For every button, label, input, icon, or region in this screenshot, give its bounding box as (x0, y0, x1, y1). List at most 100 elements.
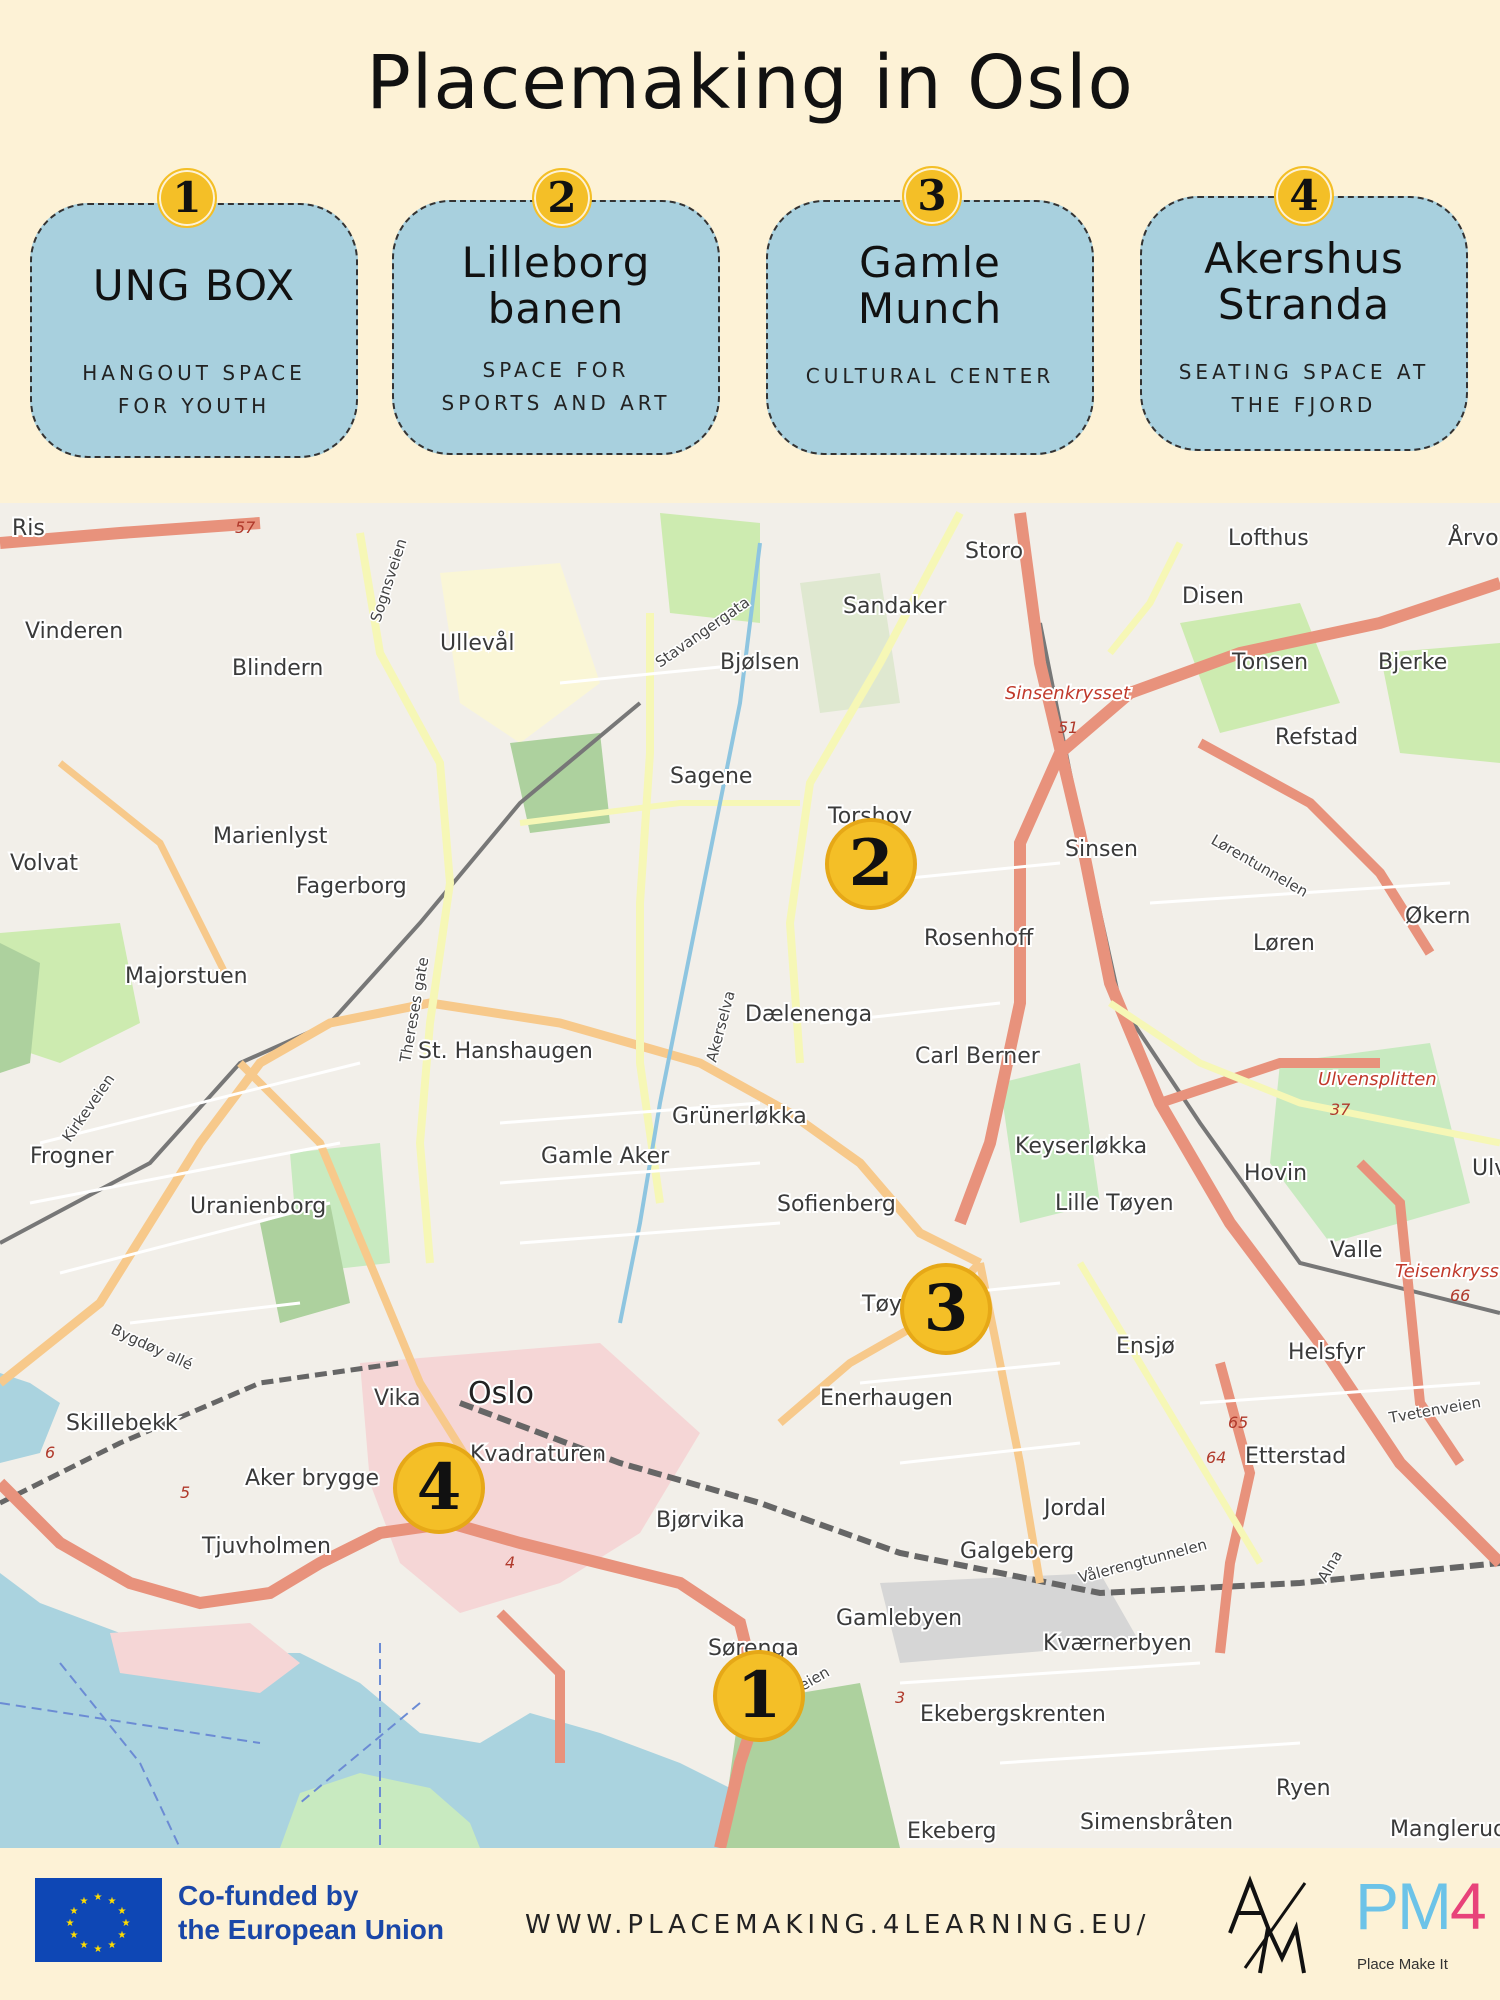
map-label-bjølsen: Bjølsen (720, 650, 800, 675)
map-label-volvat: Volvat (10, 851, 78, 876)
number-badge-3: 3 (902, 166, 962, 226)
map-label-ekeberg: Ekeberg (907, 1819, 997, 1844)
card-title: UNG BOX (92, 261, 296, 310)
map-route-number: 65 (1228, 1413, 1248, 1432)
svg-text:★: ★ (108, 1896, 117, 1907)
map-label-sinsen: Sinsen (1065, 837, 1138, 862)
card-title: Akershus Stranda (1204, 234, 1404, 329)
map-label-fagerborg: Fagerborg (296, 874, 407, 899)
eu-flag-icon: ★ ★ ★ ★ ★ ★ ★ ★ ★ ★ ★ ★ (35, 1878, 162, 1962)
map-label-marienlyst: Marienlyst (213, 824, 328, 849)
map-label-dælenenga: Dælenenga (745, 1002, 872, 1027)
map-label-gamlebyen: Gamlebyen (836, 1606, 962, 1631)
card-gamle-munch: Gamle Munch CULTURAL CENTER (766, 200, 1094, 455)
svg-text:★: ★ (122, 1918, 131, 1929)
map-label-ekebergskrenten: Ekebergskrenten (920, 1702, 1106, 1727)
map-label-tjuvholmen: Tjuvholmen (201, 1534, 331, 1559)
map-route-number: 64 (1206, 1448, 1226, 1467)
map-label-aker-brygge: Aker brygge (245, 1466, 379, 1491)
map-label-løren: Løren (1253, 931, 1315, 956)
website-link[interactable]: WWW.PLACEMAKING.4LEARNING.EU/ (525, 1910, 1150, 1940)
map-route-number: 3 (895, 1688, 905, 1707)
svg-text:★: ★ (108, 1940, 117, 1951)
map-marker-4[interactable]: 4 (393, 1442, 485, 1534)
map-route-number: 37 (1330, 1100, 1351, 1119)
eu-funding-line-1: Co-funded by (178, 1880, 359, 1911)
map-route-number: 66 (1450, 1286, 1470, 1305)
map-label-simensbråten: Simensbråten (1080, 1809, 1233, 1835)
map-label-lille-tøyen: Lille Tøyen (1055, 1191, 1174, 1216)
map-label-skillebekk: Skillebekk (66, 1411, 178, 1436)
map-label-vinderen: Vinderen (25, 619, 123, 644)
map-label-ulve: Ulve (1472, 1156, 1500, 1181)
map-label-kvadraturen: Kvadraturen (470, 1442, 606, 1467)
svg-text:★: ★ (80, 1896, 89, 1907)
map-label-ensjø: Ensjø (1116, 1334, 1175, 1359)
footer: ★ ★ ★ ★ ★ ★ ★ ★ ★ ★ ★ ★ Co-funded by the Europea… (0, 1848, 1500, 2000)
map-label-blindern: Blindern (232, 656, 323, 681)
map-label-gamle-aker: Gamle Aker (541, 1144, 670, 1169)
card-description: SEATING SPACE AT THE FJORD (1178, 360, 1430, 417)
map-label-helsfyr: Helsfyr (1288, 1340, 1366, 1365)
map-label-tonsen: Tonsen (1231, 650, 1308, 675)
map-label-storo: Storo (965, 539, 1023, 564)
map-route-number: 57 (235, 518, 256, 537)
map-label-årvo: Årvo (1448, 524, 1499, 551)
card-title: Gamle Munch (857, 238, 1003, 333)
map-label-ullevål: Ullevål (440, 630, 514, 656)
pm-logo-mark: PM4 (1355, 1869, 1487, 1943)
page-title: Placemaking in Oslo (366, 40, 1134, 126)
map-label-refstad: Refstad (1275, 725, 1358, 750)
map-route-number: 5 (180, 1483, 190, 1502)
svg-text:★: ★ (70, 1906, 79, 1917)
map-label-majorstuen: Majorstuen (125, 964, 248, 989)
map-label-manglerud: Manglerud (1390, 1817, 1500, 1842)
map-label-sandaker: Sandaker (843, 594, 947, 619)
map-label-jordal: Jordal (1042, 1496, 1106, 1521)
map-label-oslo: Oslo (468, 1376, 534, 1411)
map-label-kværnerbyen: Kværnerbyen (1043, 1631, 1192, 1656)
map-label-ulvensplitten: Ulvensplitten (1318, 1069, 1437, 1090)
svg-text:★: ★ (118, 1906, 127, 1917)
number-badge-4: 4 (1274, 166, 1334, 226)
card-title: Lilleborg banen (461, 238, 651, 333)
map-label-etterstad: Etterstad (1245, 1444, 1346, 1469)
map-label-ryen: Ryen (1276, 1776, 1331, 1801)
svg-text:★: ★ (80, 1940, 89, 1951)
map-label-hovin: Hovin (1244, 1161, 1307, 1186)
card-akershus-stranda: Akershus Stranda SEATING SPACE AT THE FJ… (1140, 196, 1468, 451)
svg-text:★: ★ (70, 1930, 79, 1941)
map-label-st-hanshaugen: St. Hanshaugen (418, 1039, 593, 1064)
pm-logo: PM4 Place Make It (1355, 1868, 1487, 1993)
svg-text:★: ★ (118, 1930, 127, 1941)
card-lilleborg-banen: Lilleborg banen SPACE FOR SPORTS AND ART (392, 200, 720, 455)
map-label-vika: Vika (374, 1386, 421, 1411)
map-label-ris: Ris (12, 516, 45, 541)
map-label-uranienborg: Uranienborg (190, 1194, 326, 1219)
map-route-number: 51 (1058, 718, 1078, 737)
map-label-teisenkryss: Teisenkryss (1395, 1261, 1499, 1282)
map-label-bjørvika: Bjørvika (656, 1508, 745, 1533)
svg-text:★: ★ (94, 1944, 103, 1955)
number-badge-2: 2 (532, 168, 592, 228)
map-label-keyserløkka: Keyserløkka (1015, 1134, 1147, 1159)
map-label-sagene: Sagene (670, 764, 752, 789)
map-label-enerhaugen: Enerhaugen (820, 1386, 953, 1411)
map-label-frogner: Frogner (30, 1144, 115, 1169)
eu-funding-line-2: the European Union (178, 1914, 444, 1945)
map-label-sofienberg: Sofienberg (777, 1192, 896, 1217)
card-description: SPACE FOR SPORTS AND ART (441, 358, 671, 415)
oslo-map[interactable]: Ris Storo Lofthus Årvo Disen Sandaker Vinderen… (0, 503, 1500, 1848)
card-description: CULTURAL CENTER (805, 364, 1055, 388)
am-logo-icon (1228, 1875, 1307, 1974)
map-marker-2[interactable]: 2 (825, 818, 917, 910)
map-label-sinsenkrysset: Sinsenkrysset (1005, 683, 1131, 704)
map-marker-1[interactable]: 1 (713, 1650, 805, 1742)
map-route-number: 4 (505, 1553, 515, 1572)
map-label-galgeberg: Galgeberg (960, 1539, 1074, 1564)
map-marker-3[interactable]: 3 (900, 1263, 992, 1355)
card-description: HANGOUT SPACE FOR YOUTH (82, 361, 306, 418)
number-badge-1: 1 (157, 168, 217, 228)
map-label-carl-berner: Carl Berner (915, 1044, 1041, 1069)
map-label-bjerke: Bjerke (1378, 650, 1447, 675)
